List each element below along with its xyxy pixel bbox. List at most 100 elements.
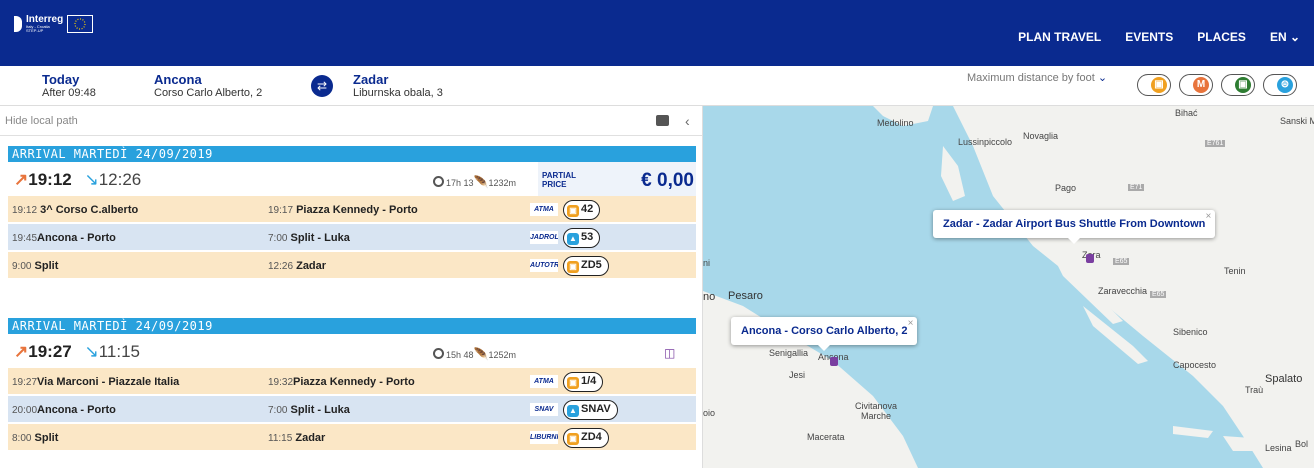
train-mode-toggle[interactable]: ▣ xyxy=(1221,74,1255,96)
route-summary: 19:27 11:15 15h 48🪶1252m ◫ xyxy=(8,334,696,368)
leg-to-stop: Piazza Kennedy - Porto xyxy=(293,376,415,388)
road-e71: E71 xyxy=(1128,184,1145,191)
leg-from-stop: Split xyxy=(34,260,59,272)
route-leg[interactable]: 20:00Ancona - Porto 7:00 Split - Luka SN… xyxy=(8,396,696,424)
map-label-bihac: Bihać xyxy=(1175,108,1198,118)
main-nav: PLAN TRAVEL EVENTS PLACES EN xyxy=(1018,30,1300,44)
swap-direction-icon[interactable]: ⇄ xyxy=(311,75,333,97)
leg-from-stop: Ancona - Porto xyxy=(37,404,116,416)
max-walk-distance-select[interactable]: Maximum distance by foot xyxy=(967,71,1107,84)
bus-mode-toggle[interactable]: ▣ xyxy=(1137,74,1171,96)
no-ticket-icon: ◫ xyxy=(664,346,676,360)
route-leg[interactable]: 8:00 Split 11:15 Zadar LIBURNIJA ▣ZD4 xyxy=(8,424,696,452)
leg-from: 19:27Via Marconi - Piazzale Italia xyxy=(12,376,179,388)
bus-icon: ▣ xyxy=(567,205,579,217)
nav-places[interactable]: PLACES xyxy=(1197,30,1246,44)
map-label-novaglia: Novaglia xyxy=(1023,131,1059,141)
arrival-header: ARRIVAL MARTEDÌ 24/09/2019 xyxy=(8,146,696,162)
leg-arr-time: 11:15 xyxy=(268,433,293,444)
date-time-picker[interactable]: Today After 09:48 xyxy=(42,72,96,100)
route-stats: 15h 48🪶1252m xyxy=(433,347,516,361)
map-label-pago: Pago xyxy=(1055,183,1077,193)
line-badge: ▣ 1/4 xyxy=(563,372,604,392)
map-label-no: no xyxy=(703,291,716,303)
collapse-panel-icon[interactable]: ‹ xyxy=(685,113,690,129)
nav-plan-travel[interactable]: PLAN TRAVEL xyxy=(1018,30,1101,44)
close-icon[interactable]: × xyxy=(908,318,914,329)
leg-to-stop: Zadar xyxy=(295,432,326,444)
brand-line3: STEP-UP xyxy=(26,28,44,33)
line-badge: ▲ SNAV xyxy=(563,400,618,420)
metro-icon: M xyxy=(1193,77,1209,93)
line-badge: ▲ 53 xyxy=(563,228,601,248)
destination-field[interactable]: Zadar Liburnska obala, 3 xyxy=(353,72,443,99)
eu-flag-icon xyxy=(67,15,94,33)
language-select[interactable]: EN xyxy=(1270,30,1300,44)
map-label-trau: Traù xyxy=(1245,385,1264,395)
duration: 17h 13 xyxy=(446,178,474,188)
duration: 15h 48 xyxy=(446,350,474,360)
route-stats: 17h 13🪶1232m xyxy=(433,175,516,189)
zadar-marker-icon[interactable] xyxy=(1086,254,1094,263)
arrival-time: 12:26 xyxy=(84,170,141,189)
train-icon: ▣ xyxy=(1235,77,1251,93)
operator-logo: ATMA xyxy=(530,375,558,388)
route-leg[interactable]: 9:00 Split 12:26 Zadar AUTOTRANS ▣ZD5 xyxy=(8,252,696,280)
top-bar: Interreg Italy - Croatia STEP-UP PLAN TR… xyxy=(0,0,1314,66)
map-label-capocesto: Capocesto xyxy=(1173,360,1217,370)
bus-icon: ▣ xyxy=(1151,77,1167,93)
time-subtitle: After 09:48 xyxy=(42,87,96,100)
route-leg[interactable]: 19:27Via Marconi - Piazzale Italia 19:32… xyxy=(8,368,696,396)
hide-local-path-toggle[interactable]: Hide local path xyxy=(5,115,78,127)
metro-mode-toggle[interactable]: M xyxy=(1179,74,1213,96)
map-label-pesaro: Pesaro xyxy=(728,290,763,302)
origin-field[interactable]: Ancona Corso Carlo Alberto, 2 xyxy=(154,72,262,99)
route-summary: 19:12 12:26 17h 13🪶1232m PARTIAL PRICE €… xyxy=(8,162,696,196)
price-label: PARTIAL PRICE xyxy=(542,171,576,189)
operator-logo: AUTOTRANS xyxy=(530,259,558,272)
road-e65-north: E65 xyxy=(1113,258,1130,265)
leg-to: 7:00 Split - Luka xyxy=(268,232,350,244)
map-label-medolino: Medolino xyxy=(877,118,914,128)
transport-mode-toggles: ▣ M ▣ ⊜ xyxy=(1137,74,1297,96)
panel-header: Hide local path ‹ xyxy=(0,106,702,136)
map-label-tenin: Tenin xyxy=(1224,266,1246,276)
route-leg[interactable]: 19:45Ancona - Porto 7:00 Split - Luka JA… xyxy=(8,224,696,252)
interreg-logo[interactable]: Interreg Italy - Croatia STEP-UP xyxy=(14,15,94,33)
ancona-popup[interactable]: Ancona - Corso Carlo Alberto, 2 × xyxy=(731,317,918,351)
map-view[interactable]: Medolino Lussinpiccolo Novaglia Pago Bih… xyxy=(703,106,1314,468)
leg-from: 8:00 Split xyxy=(12,432,58,444)
ancona-marker-icon[interactable] xyxy=(830,357,838,366)
walk-icon: 🪶 xyxy=(473,347,489,361)
print-icon[interactable] xyxy=(656,115,669,126)
map-label-lesina: Lesina xyxy=(1265,443,1292,453)
price-box: PARTIAL PRICE € 0,00 xyxy=(538,162,696,196)
leg-arr-time: 19:17 xyxy=(268,205,294,216)
route-result[interactable]: ARRIVAL MARTEDÌ 24/09/2019 19:12 12:26 1… xyxy=(8,146,696,280)
leg-arr-time: 19:32 xyxy=(268,377,294,388)
line-number: ZD5 xyxy=(581,259,602,271)
leg-dep-time: 19:12 xyxy=(12,205,38,216)
route-result[interactable]: ARRIVAL MARTEDÌ 24/09/2019 19:27 11:15 1… xyxy=(8,318,696,452)
leg-to-stop: Split - Luka xyxy=(290,404,350,416)
line-number: SNAV xyxy=(581,403,611,415)
map-label-civitanova: Civitanova Marche xyxy=(854,401,898,421)
ferry-icon: ▲ xyxy=(567,233,579,245)
map-label-sanski: Sanski M xyxy=(1280,116,1314,126)
operator-logo: JADROLINIJA xyxy=(530,231,558,244)
zadar-popup[interactable]: Zadar - Zadar Airport Bus Shuttle From D… xyxy=(933,210,1216,244)
leg-dep-time: 20:00 xyxy=(12,405,38,416)
map-label-sibenico: Sibenico xyxy=(1173,327,1208,337)
line-badge: ▣ ZD4 xyxy=(563,428,609,448)
leg-from: 20:00Ancona - Porto xyxy=(12,404,116,416)
logo-mark-icon xyxy=(14,16,22,32)
map-land xyxy=(703,106,1314,468)
nav-events[interactable]: EVENTS xyxy=(1125,30,1173,44)
ferry-mode-toggle[interactable]: ⊜ xyxy=(1263,74,1297,96)
arrival-time: 11:15 xyxy=(84,342,140,361)
close-icon[interactable]: × xyxy=(1206,211,1212,222)
route-leg[interactable]: 19:12 3^ Corso C.alberto 19:17 Piazza Ke… xyxy=(8,196,696,224)
leg-to-stop: Zadar xyxy=(296,260,327,272)
map-label-bol: Bol xyxy=(1295,439,1309,449)
search-bar: Today After 09:48 Ancona Corso Carlo Alb… xyxy=(0,66,1314,106)
